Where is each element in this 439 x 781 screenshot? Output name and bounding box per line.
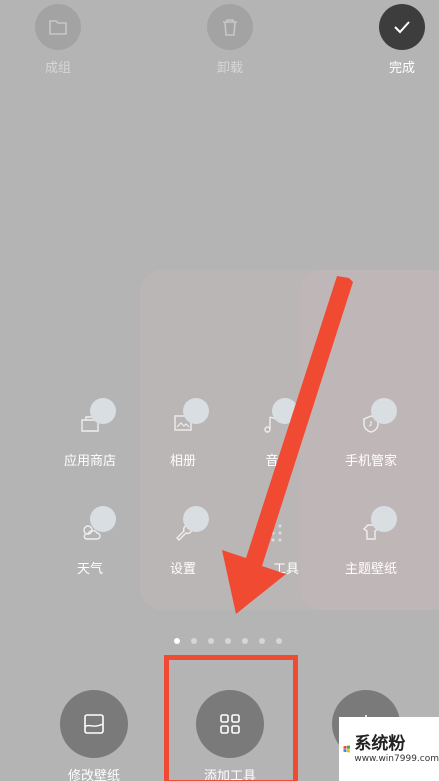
watermark-title: 系统粉 (354, 734, 406, 754)
windows-logo-icon (343, 745, 350, 753)
pointer-arrow (222, 276, 353, 614)
watermark-logo: 系统粉 www.win7999.com (339, 717, 439, 781)
watermark-url: www.win7999.com (354, 754, 439, 764)
